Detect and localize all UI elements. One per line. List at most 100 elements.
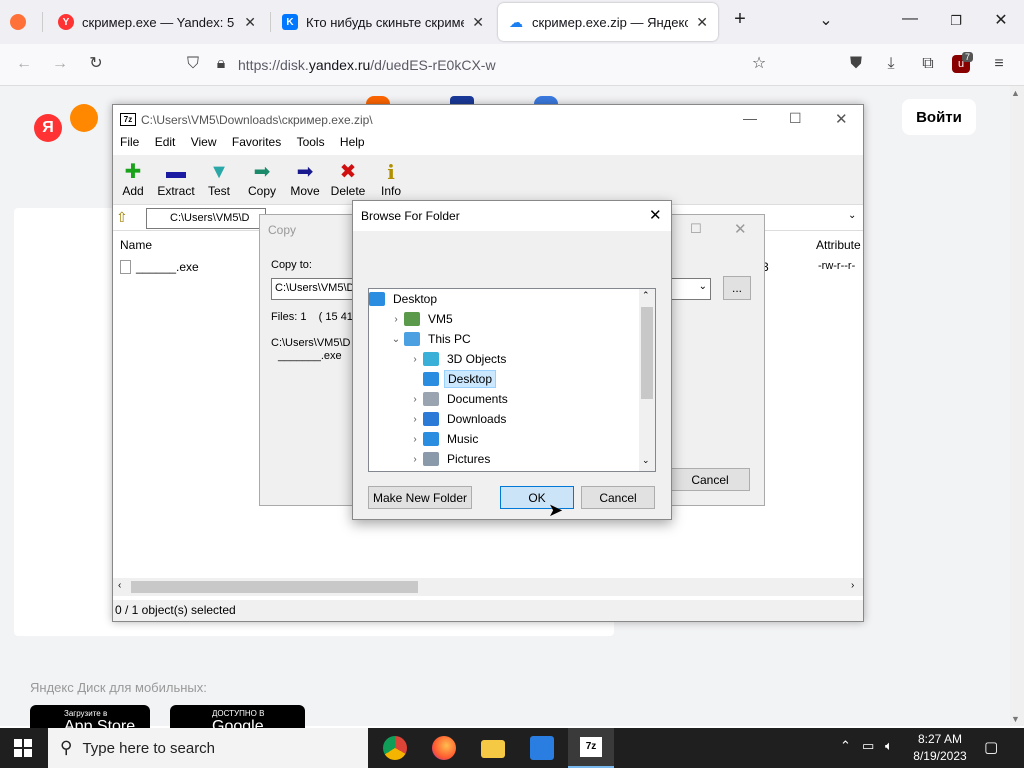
scroll-right-icon[interactable]: › (851, 580, 854, 591)
login-button[interactable]: Войти (902, 99, 976, 135)
horizontal-scrollbar[interactable]: ‹ › (113, 578, 863, 596)
up-folder-icon[interactable]: ⇧ (116, 209, 134, 227)
tree-scrollbar[interactable]: ⌃ ⌄ (639, 289, 655, 471)
close-icon[interactable]: ✕ (734, 220, 747, 238)
chevron-up-icon[interactable]: ⌃ (840, 738, 851, 754)
lock-icon[interactable]: 🔒︎ (210, 53, 232, 75)
shield-icon[interactable]: ⛉ (182, 53, 204, 75)
menu-edit[interactable]: Edit (155, 135, 176, 149)
tree-item[interactable]: ⌄ This PC (388, 329, 474, 349)
network-icon[interactable]: ▭ (862, 738, 874, 754)
tab-yandex-search[interactable]: Y скример.exe — Yandex: 5 thou ✕ (48, 3, 266, 41)
file-explorer-icon[interactable] (481, 740, 505, 758)
clock[interactable]: 8:27 AM 8/19/2023 (905, 731, 975, 765)
chevron-down-icon[interactable]: ⌄ (848, 210, 856, 221)
close-window-icon[interactable]: ✕ (989, 10, 1013, 30)
picture-icon (423, 452, 439, 466)
reload-icon[interactable]: ↻ (85, 53, 107, 75)
minimize-icon[interactable]: — (743, 110, 757, 126)
extensions-icon[interactable]: ⧉ (917, 53, 939, 75)
chevron-down-icon[interactable]: ⌄ (699, 281, 707, 292)
download-icon[interactable]: ⤓ (880, 53, 902, 75)
back-icon[interactable]: ← (13, 53, 35, 75)
taskbar-search[interactable]: ⚲ Type here to search (48, 728, 368, 768)
make-new-folder-button[interactable]: Make New Folder (368, 486, 472, 509)
menu-view[interactable]: View (191, 135, 217, 149)
yandex-logo[interactable]: Я (34, 104, 99, 142)
browse-button[interactable]: ... (723, 276, 751, 300)
tab-vk[interactable]: K Кто нибудь скиньте скример ✕ (272, 3, 494, 41)
close-tab-icon[interactable]: ✕ (696, 14, 708, 31)
maximize-icon[interactable]: ☐ (690, 221, 702, 237)
menu-icon[interactable]: ≡ (988, 53, 1010, 75)
move-button[interactable]: ➡ Move (282, 160, 328, 198)
extract-button[interactable]: ▬ Extract (153, 160, 199, 198)
url-text[interactable]: https://disk.yandex.ru/d/uedES-rE0kCX-w (238, 57, 496, 73)
7zip-title-bar[interactable]: 7z C:\Users\VM5\Downloads\скример.exe.zi… (113, 105, 863, 135)
path-input[interactable]: C:\Users\VM5\D (146, 208, 266, 229)
7zip-title: C:\Users\VM5\Downloads\скример.exe.zip\ (141, 113, 373, 127)
bookmark-star-icon[interactable]: ☆ (748, 53, 770, 75)
tree-item[interactable]: › 3D Objects (407, 349, 509, 369)
page-scrollbar[interactable] (1010, 86, 1024, 726)
tree-item-label: Documents (447, 392, 508, 406)
column-header-attributes[interactable]: Attribute (816, 238, 861, 252)
scroll-down-icon[interactable]: ⌄ (642, 455, 650, 466)
cancel-button[interactable]: Cancel (670, 468, 750, 491)
maximize-icon[interactable]: ☐ (789, 110, 802, 127)
menu-favorites[interactable]: Favorites (232, 135, 281, 149)
close-tab-icon[interactable]: ✕ (472, 14, 484, 31)
scroll-up-icon[interactable]: ▲ (1011, 88, 1020, 98)
chevron-right-icon[interactable]: › (407, 434, 423, 445)
scroll-left-icon[interactable]: ‹ (118, 580, 121, 591)
chevron-right-icon[interactable]: › (407, 354, 423, 365)
firefox-icon[interactable] (432, 736, 456, 760)
volume-icon[interactable]: 🔈︎ (885, 738, 893, 754)
test-button[interactable]: ▼ Test (196, 160, 242, 198)
scroll-up-icon[interactable]: ⌃ (642, 290, 650, 301)
menu-help[interactable]: Help (340, 135, 365, 149)
chevron-right-icon[interactable]: › (407, 394, 423, 405)
tree-item[interactable]: › Documents (407, 389, 511, 409)
chevron-right-icon[interactable]: › (388, 314, 404, 325)
scroll-thumb[interactable] (131, 581, 418, 593)
minimize-icon[interactable]: — (898, 10, 922, 28)
close-icon[interactable]: ✕ (649, 206, 662, 224)
tree-item[interactable]: › VM5 (388, 309, 456, 329)
column-header-name[interactable]: Name (120, 238, 152, 252)
chevron-down-icon[interactable]: ⌄ (814, 10, 838, 30)
chevron-down-icon[interactable]: ⌄ (388, 334, 404, 345)
close-icon[interactable]: ✕ (835, 110, 848, 128)
delete-button[interactable]: ✖ Delete (325, 160, 371, 198)
tree-item[interactable]: › Pictures (407, 449, 493, 469)
copy-button[interactable]: ➡ Copy (239, 160, 285, 198)
tab-yandex-disk[interactable]: ☁ скример.exe.zip — Яндекс Дис ✕ (498, 3, 718, 41)
table-row[interactable]: ______.exe (120, 260, 199, 274)
browse-dialog-title-bar[interactable]: Browse For Folder ✕ (353, 201, 671, 231)
scroll-thumb[interactable] (641, 307, 653, 399)
firefox-icon[interactable] (10, 14, 26, 30)
notification-icon[interactable]: ▢ (984, 738, 998, 756)
forward-icon[interactable]: → (49, 53, 71, 75)
tree-item[interactable]: › Music (407, 429, 481, 449)
cancel-button[interactable]: Cancel (581, 486, 655, 509)
pocket-icon[interactable]: ⛊ (845, 53, 867, 75)
chrome-icon[interactable] (383, 736, 407, 760)
add-button[interactable]: ✚ Add (110, 160, 156, 198)
scroll-down-icon[interactable]: ▼ (1011, 714, 1020, 724)
tree-item[interactable]: Desktop (369, 289, 440, 309)
info-button[interactable]: i Info (368, 160, 414, 198)
tree-item[interactable]: › Downloads (407, 409, 509, 429)
chevron-right-icon[interactable]: › (407, 454, 423, 465)
7zip-taskbar-button[interactable]: 7z (568, 728, 614, 768)
store-icon[interactable] (530, 736, 554, 760)
menu-tools[interactable]: Tools (297, 135, 325, 149)
chevron-right-icon[interactable]: › (407, 414, 423, 425)
restore-icon[interactable]: ❐ (944, 13, 968, 29)
menu-file[interactable]: File (120, 135, 139, 149)
tree-item-label: Music (447, 432, 479, 446)
tree-item[interactable]: Desktop (407, 369, 497, 389)
close-tab-icon[interactable]: ✕ (244, 14, 256, 31)
windows-start-icon[interactable] (14, 739, 32, 757)
new-tab-icon[interactable]: + (728, 8, 752, 31)
